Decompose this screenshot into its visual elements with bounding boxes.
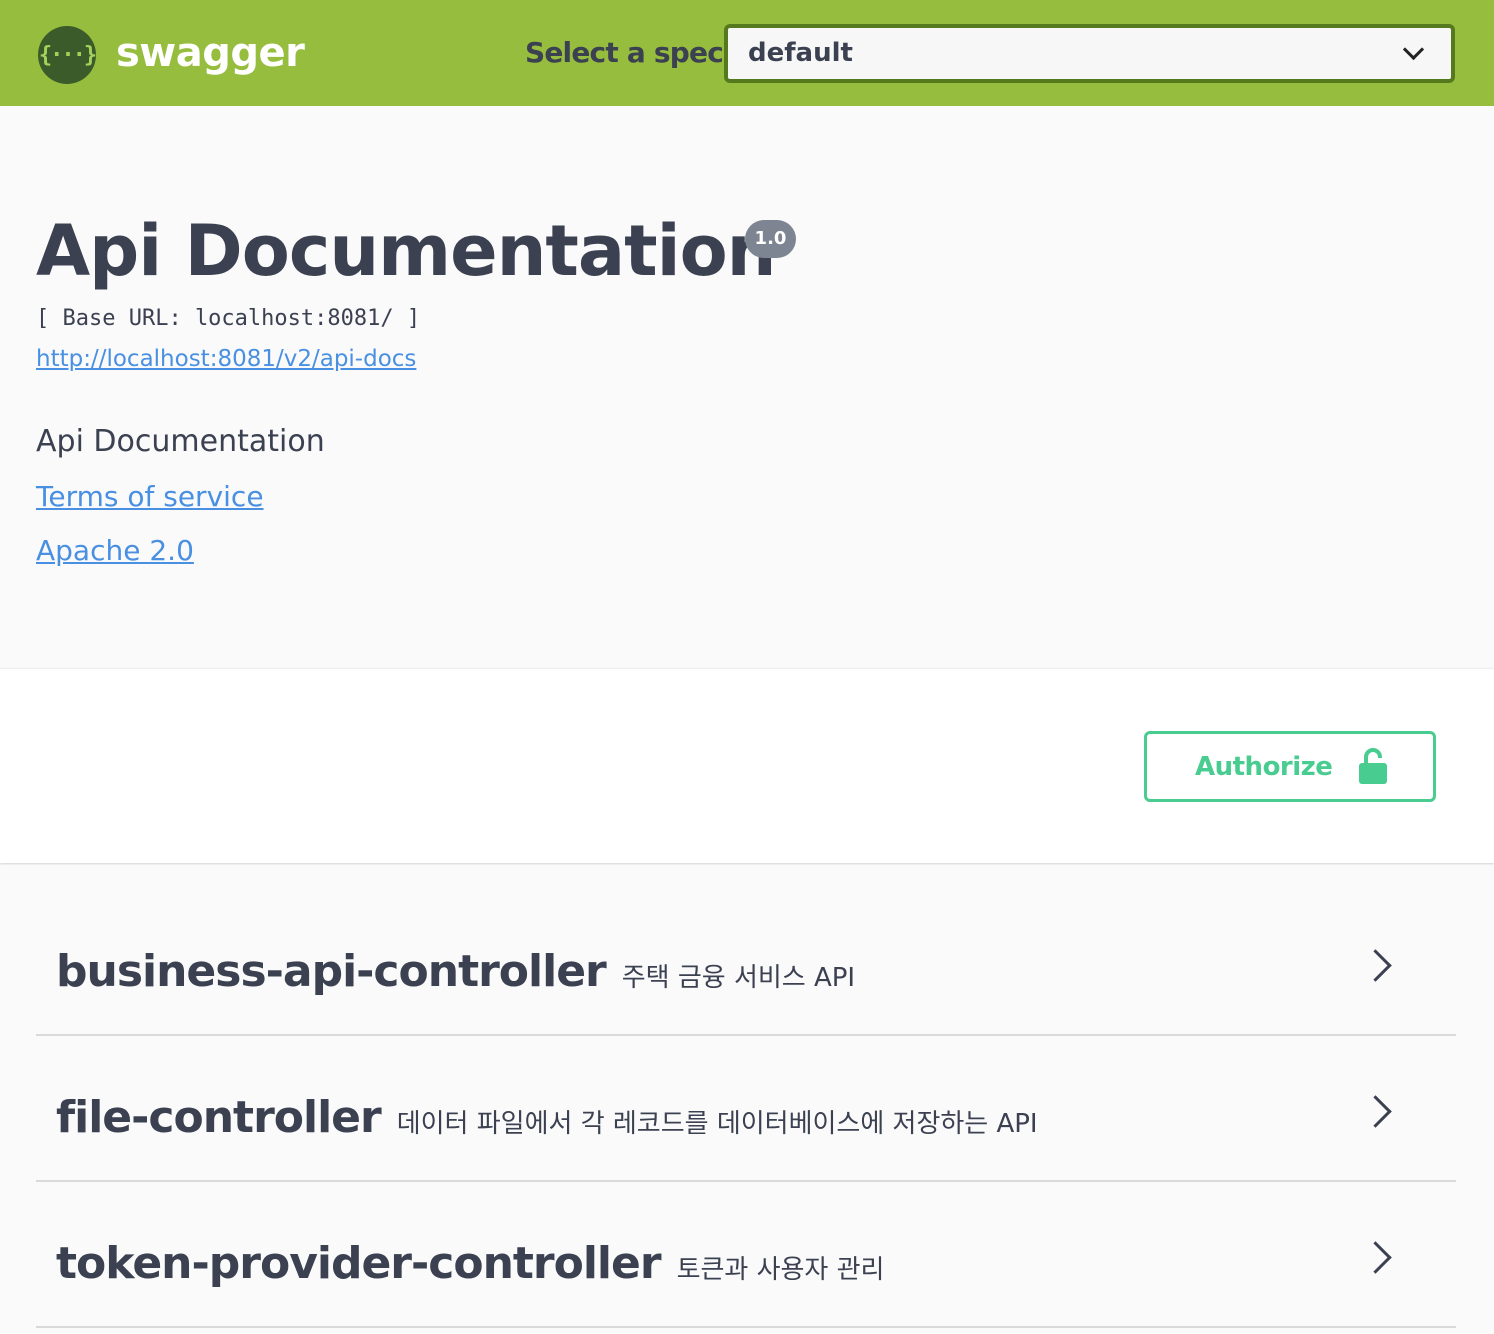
api-docs-link[interactable]: http://localhost:8081/v2/api-docs: [36, 346, 416, 372]
tag-description: 토큰과 사용자 관리: [676, 1255, 885, 1285]
info-section: Api Documentation 1.0 [ Base URL: localh…: [0, 106, 1494, 668]
terms-of-service-link[interactable]: Terms of service: [36, 480, 264, 513]
tag-section-file-controller[interactable]: file-controller 데이터 파일에서 각 레코드를 데이터베이스에 저…: [36, 1036, 1456, 1182]
spec-select[interactable]: default: [724, 24, 1455, 83]
version-badge: 1.0: [745, 220, 796, 258]
authorize-label: Authorize: [1195, 752, 1333, 782]
tag-title: business-api-controller 주택 금융 서비스 API: [56, 946, 856, 997]
tag-section-business-api-controller[interactable]: business-api-controller 주택 금융 서비스 API: [36, 890, 1456, 1036]
tag-description: 주택 금융 서비스 API: [621, 963, 856, 993]
swagger-logo-text: swagger: [116, 30, 305, 76]
license-link[interactable]: Apache 2.0: [36, 534, 194, 567]
swagger-logo-icon: {···}: [38, 26, 97, 84]
api-description: Api Documentation: [36, 424, 325, 459]
chevron-right-icon[interactable]: [1359, 1095, 1392, 1128]
authorize-button[interactable]: Authorize: [1144, 731, 1436, 802]
spec-select-value: default: [748, 38, 853, 68]
chevron-right-icon[interactable]: [1359, 949, 1392, 982]
chevron-right-icon[interactable]: [1359, 1241, 1392, 1274]
chevron-down-icon: [1402, 38, 1425, 61]
tag-title: file-controller 데이터 파일에서 각 레코드를 데이터베이스에 저…: [56, 1092, 1038, 1143]
tag-section-token-provider-controller[interactable]: token-provider-controller 토큰과 사용자 관리: [36, 1182, 1456, 1328]
base-url: [ Base URL: localhost:8081/ ]: [36, 306, 421, 331]
tag-description: 데이터 파일에서 각 레코드를 데이터베이스에 저장하는 API: [396, 1109, 1038, 1139]
page-title: Api Documentation: [36, 210, 776, 292]
tag-title: token-provider-controller 토큰과 사용자 관리: [56, 1238, 885, 1289]
topbar: {···} swagger Select a spec default: [0, 0, 1494, 106]
swagger-logo[interactable]: {···} swagger: [38, 26, 305, 84]
unlock-icon: [1359, 748, 1387, 784]
tag-list: business-api-controller 주택 금융 서비스 API fil…: [36, 890, 1456, 1328]
select-spec-label: Select a spec: [525, 36, 724, 69]
scheme-container: Authorize: [0, 668, 1494, 863]
